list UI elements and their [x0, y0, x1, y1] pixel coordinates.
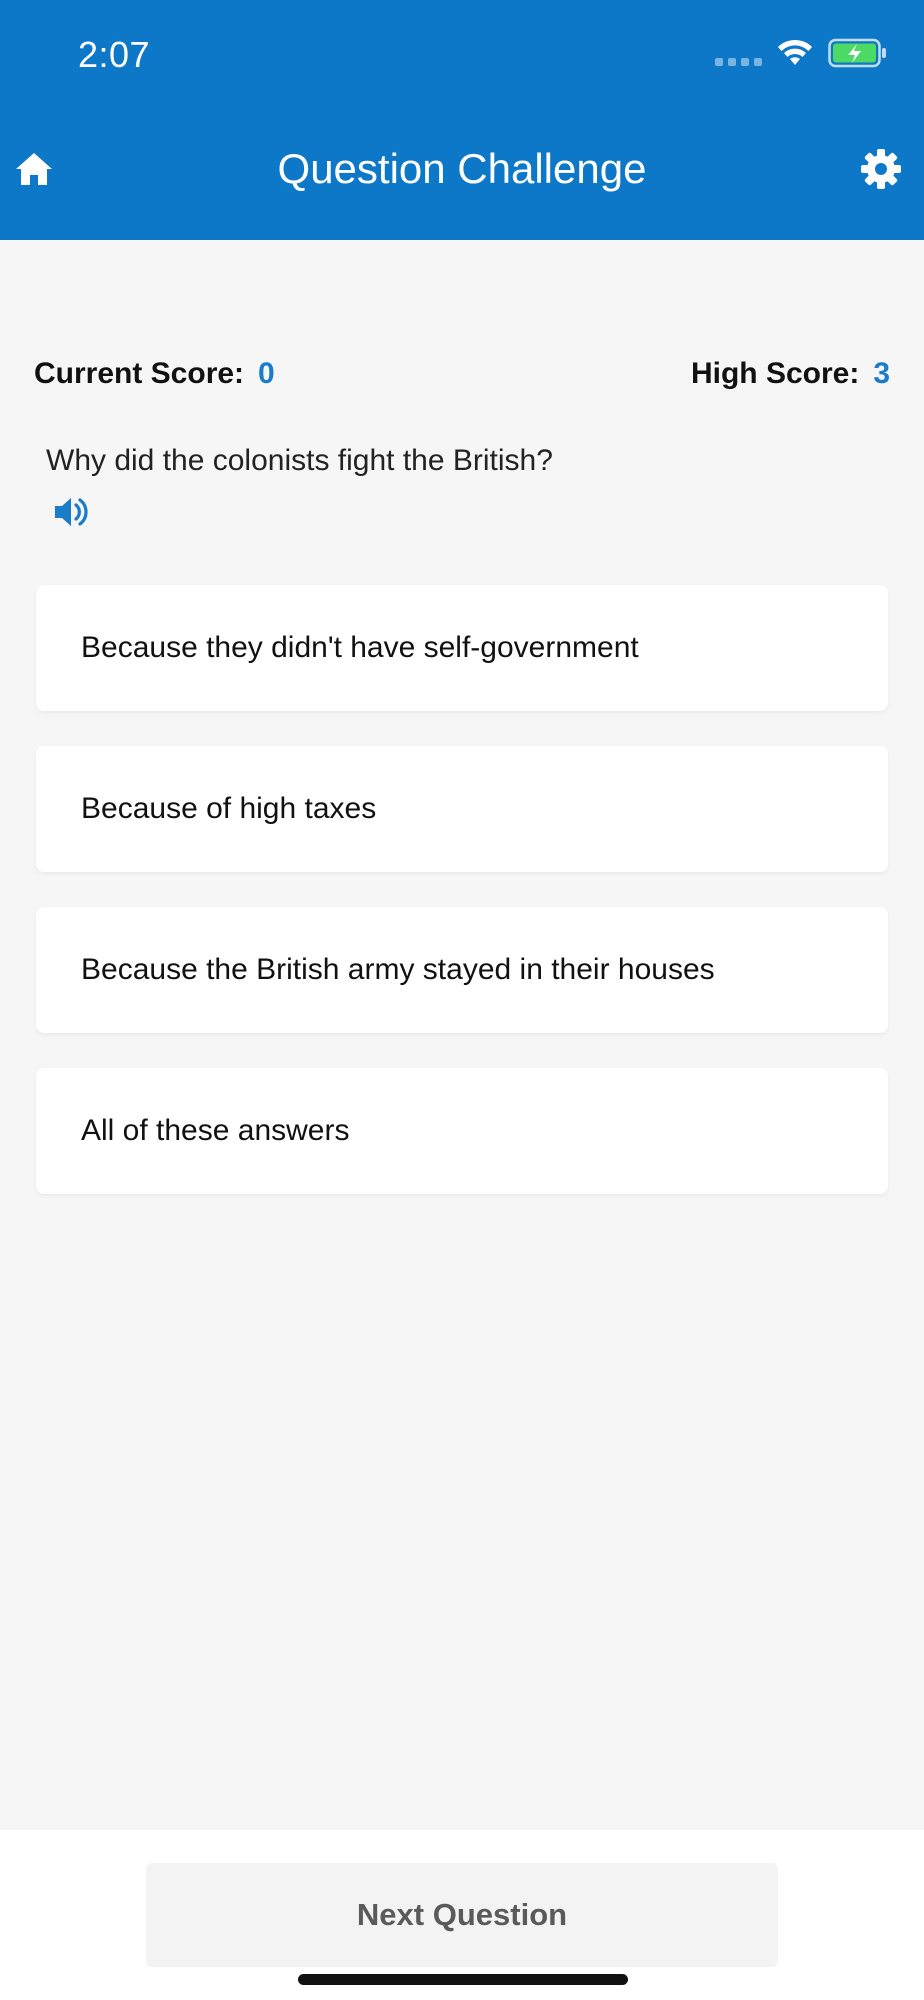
status-time: 2:07 — [78, 34, 151, 75]
app-screen: 2:07 Question Challenge Current Score: 0… — [0, 0, 924, 2000]
high-score-label: High Score: — [690, 357, 860, 390]
battery-charging-icon — [828, 38, 886, 68]
high-score: High Score: 3 — [691, 357, 890, 391]
high-score-value: 3 — [873, 357, 890, 390]
cellular-signal-icon — [715, 58, 762, 66]
current-score-value: 0 — [258, 357, 275, 390]
header-bar: 2:07 Question Challenge — [0, 0, 924, 240]
current-score-label: Current Score: — [34, 357, 245, 390]
speaker-icon[interactable] — [52, 493, 90, 531]
answer-option-1[interactable]: Because they didn't have self-government — [36, 585, 888, 711]
current-score: Current Score: 0 — [34, 357, 275, 391]
status-icons — [715, 38, 888, 68]
gear-icon[interactable] — [860, 148, 902, 190]
answer-option-2[interactable]: Because of high taxes — [36, 746, 888, 872]
question-text: Why did the colonists fight the British? — [46, 444, 553, 477]
home-indicator[interactable] — [298, 1974, 628, 1985]
page-title: Question Challenge — [277, 145, 647, 192]
answer-list: Because they didn't have self-government… — [36, 585, 888, 1229]
next-question-button[interactable]: Next Question — [146, 1863, 778, 1967]
wifi-icon — [778, 39, 812, 65]
answer-option-3[interactable]: Because the British army stayed in their… — [36, 907, 888, 1033]
answer-option-4[interactable]: All of these answers — [36, 1068, 888, 1194]
